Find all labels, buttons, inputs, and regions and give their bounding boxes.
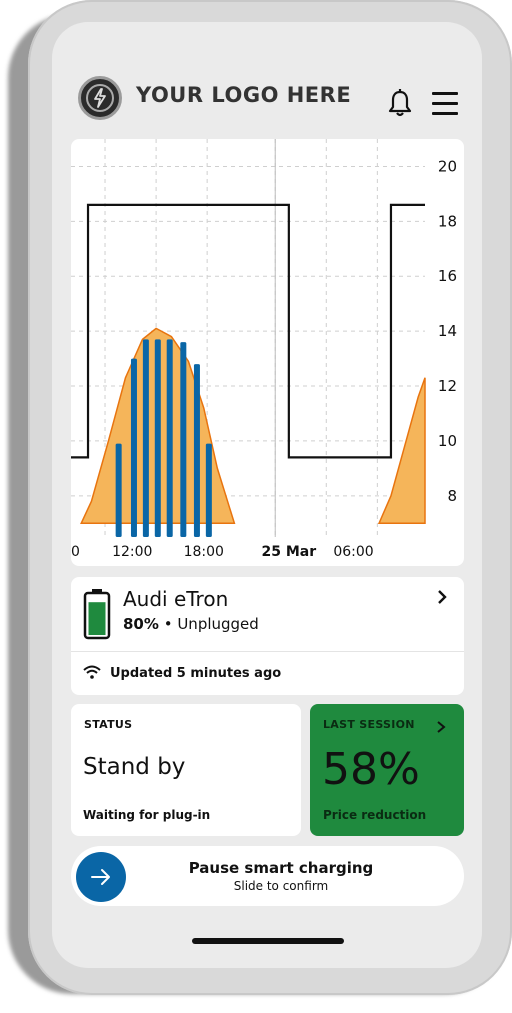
hamburger-menu-icon[interactable] bbox=[432, 92, 460, 116]
lightning-icon bbox=[86, 84, 114, 112]
status-card: STATUS Stand by Waiting for plug-in bbox=[71, 704, 301, 836]
vehicle-status: 80% • Unplugged bbox=[123, 615, 259, 633]
y-tick-label: 14 bbox=[438, 322, 457, 340]
bell-icon[interactable] bbox=[386, 88, 414, 118]
x-tick-label: 25 Mar bbox=[262, 544, 317, 560]
last-session-card[interactable]: LAST SESSION 58% Price reduction bbox=[310, 704, 464, 836]
y-tick-label: 18 bbox=[438, 212, 457, 230]
last-session-value: 58% bbox=[322, 744, 420, 795]
charging-bar bbox=[154, 339, 161, 537]
logo bbox=[78, 76, 122, 120]
charging-bar bbox=[166, 339, 173, 537]
charging-bar bbox=[115, 443, 122, 537]
battery-icon bbox=[83, 589, 111, 640]
charging-bar bbox=[142, 339, 149, 537]
charging-bar bbox=[193, 364, 200, 537]
chevron-right-icon[interactable] bbox=[435, 589, 449, 605]
y-tick-label: 8 bbox=[447, 487, 457, 505]
y-tick-label: 12 bbox=[438, 377, 457, 395]
updated-text: Updated 5 minutes ago bbox=[110, 666, 282, 681]
solar-forecast-area bbox=[377, 377, 426, 525]
x-tick-label: 00 bbox=[71, 544, 80, 560]
charging-bar bbox=[180, 342, 187, 537]
slider-subtitle: Slide to confirm bbox=[233, 879, 329, 893]
status-label: STATUS bbox=[84, 718, 133, 731]
vehicle-name: Audi eTron bbox=[123, 587, 229, 611]
y-tick-label: 10 bbox=[438, 432, 457, 450]
home-indicator bbox=[192, 938, 344, 944]
price-chart-card: 8 10 12 14 16 18 20 00 12:00 18:00 25 Mar 06:00 bbox=[71, 139, 464, 566]
x-tick-label: 06:00 bbox=[333, 544, 373, 560]
wifi-icon bbox=[83, 665, 101, 679]
last-session-label: LAST SESSION bbox=[323, 718, 415, 731]
y-tick-label: 16 bbox=[438, 267, 457, 285]
status-separator: • bbox=[163, 615, 173, 633]
logo-text: YOUR LOGO HERE bbox=[136, 83, 352, 107]
slider-title: Pause smart charging bbox=[188, 859, 374, 877]
x-tick-label: 12:00 bbox=[112, 544, 152, 560]
divider bbox=[71, 651, 464, 652]
charging-bar bbox=[205, 443, 212, 537]
plug-state: Unplugged bbox=[177, 615, 259, 633]
price-chart: 8 10 12 14 16 18 20 00 12:00 18:00 25 Mar 06:00 bbox=[71, 139, 457, 560]
battery-percent: 80% bbox=[123, 615, 159, 633]
x-tick-label: 18:00 bbox=[184, 544, 224, 560]
vehicle-card[interactable]: Audi eTron 80% • Unplugged Updated 5 min… bbox=[71, 577, 464, 695]
y-tick-label: 20 bbox=[438, 157, 457, 175]
pause-charging-slider[interactable]: Pause smart charging Slide to confirm bbox=[71, 846, 464, 906]
status-value: Stand by bbox=[83, 754, 186, 780]
status-subtext: Waiting for plug-in bbox=[83, 808, 211, 822]
last-session-subtext: Price reduction bbox=[323, 808, 427, 822]
chevron-right-icon[interactable] bbox=[436, 720, 446, 734]
charging-bar bbox=[130, 358, 137, 537]
